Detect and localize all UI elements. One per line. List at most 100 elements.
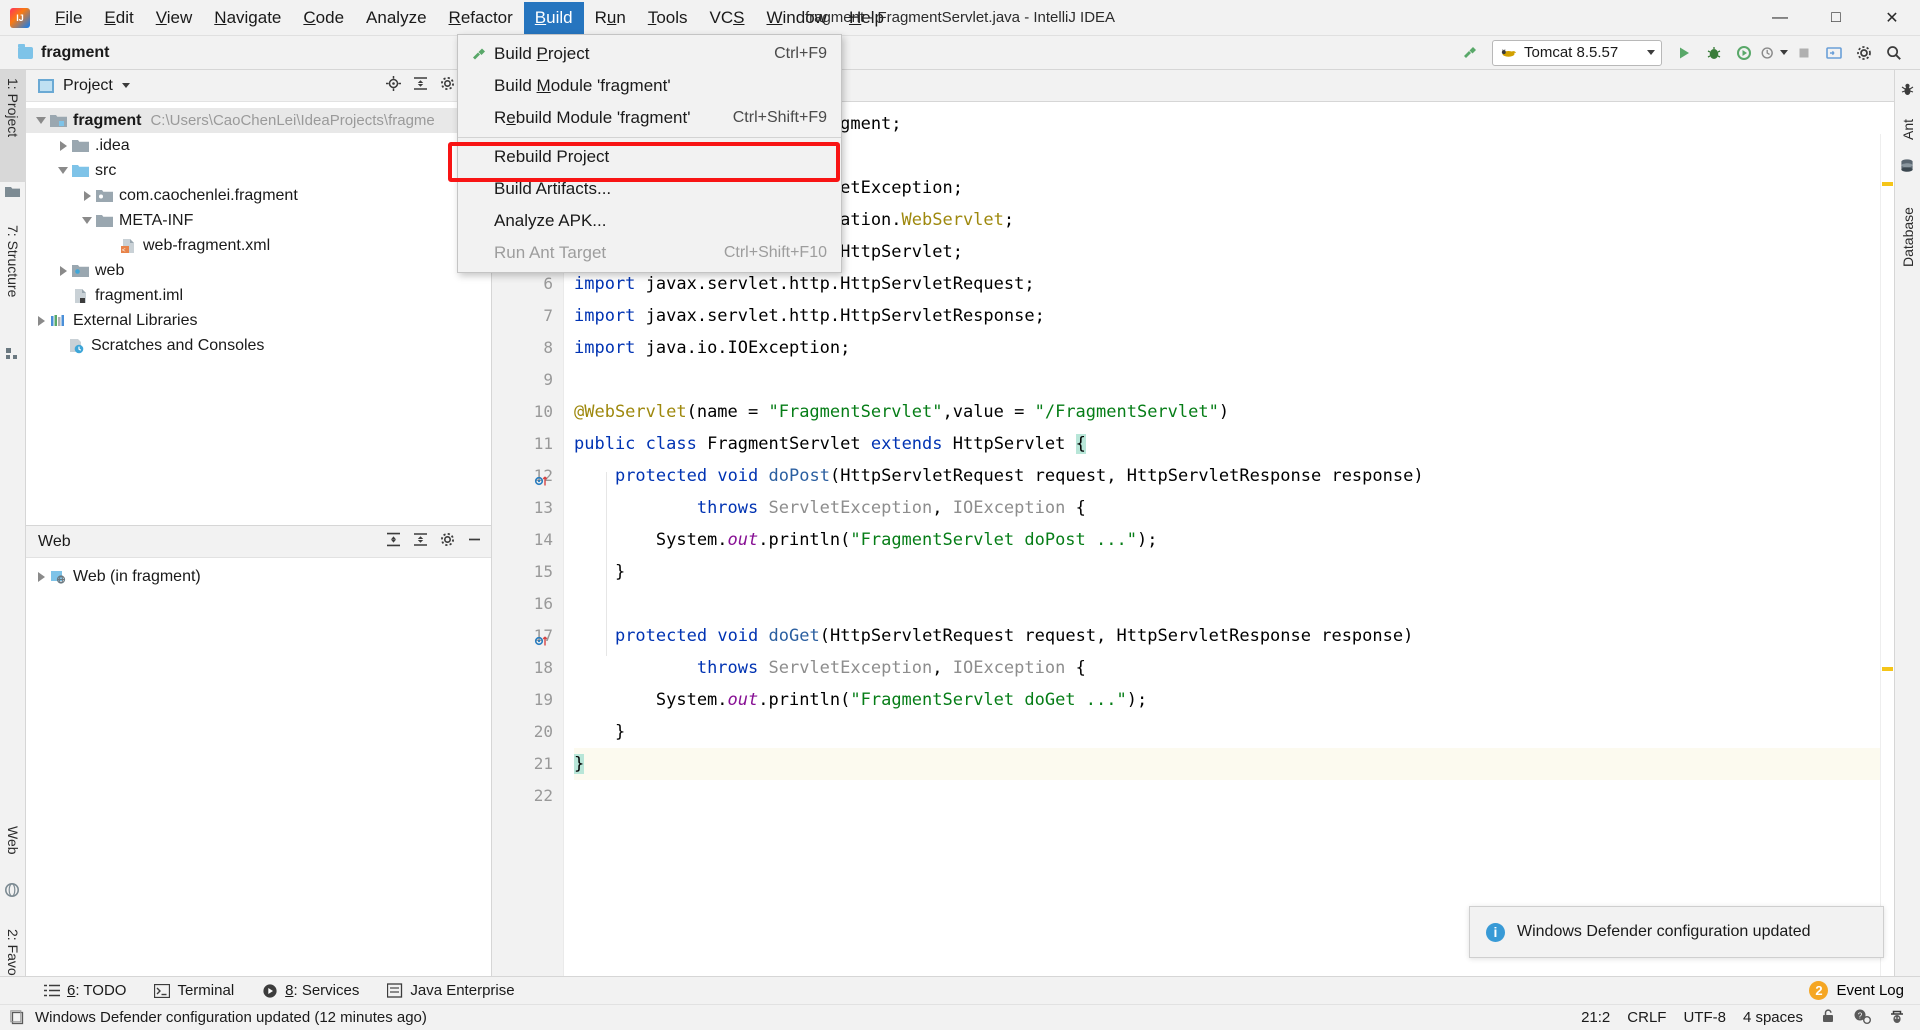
caret-position[interactable]: 21:2 <box>1581 1009 1610 1026</box>
bottom-item-java-enterprise[interactable]: Java Enterprise <box>373 982 528 999</box>
locate-icon[interactable] <box>385 75 402 97</box>
bottom-item-services[interactable]: 8: Services <box>248 982 373 999</box>
menu-code[interactable]: Code <box>292 2 355 34</box>
module-folder-icon <box>18 43 33 59</box>
menu-build[interactable]: Build <box>523 1 584 34</box>
gear-icon[interactable] <box>439 75 456 97</box>
menu-navigate[interactable]: Navigate <box>203 2 292 34</box>
hide-icon[interactable] <box>466 531 483 553</box>
tree-item-fragment-iml[interactable]: fragment.iml <box>26 283 491 308</box>
notification-balloon[interactable]: i Windows Defender configuration updated <box>1469 906 1884 958</box>
web-panel-title: Web <box>38 532 71 550</box>
chevron-down-icon[interactable] <box>54 167 72 174</box>
hector-icon[interactable] <box>1888 1008 1906 1028</box>
stop-button[interactable] <box>1790 40 1818 66</box>
chevron-down-icon[interactable] <box>1780 50 1788 55</box>
chevron-down-icon[interactable] <box>1647 50 1655 55</box>
folder-icon <box>72 138 89 153</box>
menu-item-rebuild-module[interactable]: Rebuild Module 'fragment' Ctrl+Shift+F9 <box>458 102 841 134</box>
lock-icon[interactable] <box>1820 1008 1836 1028</box>
tree-item-meta-inf[interactable]: META-INF <box>26 208 491 233</box>
close-icon[interactable]: ✕ <box>1864 0 1920 36</box>
line-number: 20 <box>533 722 553 741</box>
marker-warning[interactable] <box>1882 182 1893 186</box>
chevron-right-icon[interactable] <box>32 315 50 326</box>
profile-button[interactable] <box>1760 40 1788 66</box>
override-method-icon[interactable] <box>534 628 550 646</box>
tree-item-external-libraries[interactable]: External Libraries <box>26 308 491 333</box>
chevron-right-icon[interactable] <box>78 190 96 201</box>
line-number: 22 <box>533 786 553 805</box>
collapse-all-icon[interactable] <box>412 75 429 97</box>
event-log-button[interactable]: 2 Event Log <box>1809 981 1920 1000</box>
indent-setting[interactable]: 4 spaces <box>1743 1009 1803 1026</box>
tree-item-fragment[interactable]: fragment C:\Users\CaoChenLei\IdeaProject… <box>26 108 491 133</box>
menu-run[interactable]: Run <box>584 2 637 34</box>
tree-item-web[interactable]: web <box>26 258 491 283</box>
search-icon[interactable] <box>1880 40 1908 66</box>
code-line-10: @WebServlet(name = "FragmentServlet",val… <box>574 402 1230 422</box>
breadcrumb[interactable]: fragment <box>18 43 109 62</box>
expand-all-icon[interactable] <box>385 531 402 553</box>
notification-icon[interactable] <box>10 1009 26 1026</box>
web-facet-icon <box>50 569 67 584</box>
svg-text:<: < <box>122 248 126 254</box>
menu-item-analyze-apk[interactable]: Analyze APK... <box>458 205 841 237</box>
tree-item-package[interactable]: com.caochenlei.fragment <box>26 183 491 208</box>
run-button[interactable] <box>1670 40 1698 66</box>
marker-caret[interactable] <box>1882 667 1893 671</box>
menu-window[interactable]: Window <box>755 2 837 34</box>
build-menu-dropdown[interactable]: Build Project Ctrl+F9 Build Module 'frag… <box>457 34 842 273</box>
menu-item-build-artifacts[interactable]: Build Artifacts... <box>458 173 841 205</box>
title-bar: File Edit View Navigate Code Analyze Ref… <box>0 0 1920 36</box>
run-with-coverage-button[interactable] <box>1730 40 1758 66</box>
menu-vcs[interactable]: VCS <box>699 2 756 34</box>
line-separator[interactable]: CRLF <box>1627 1009 1666 1026</box>
sidebar-item-project[interactable]: 1: Project <box>0 70 26 182</box>
sidebar-item-database[interactable]: Database <box>1895 179 1920 275</box>
menu-item-build-project[interactable]: Build Project Ctrl+F9 <box>458 38 841 70</box>
chevron-right-icon[interactable] <box>54 265 72 276</box>
tree-item-idea[interactable]: .idea <box>26 133 491 158</box>
chevron-down-icon[interactable] <box>78 217 96 224</box>
menu-item-rebuild-project[interactable]: Rebuild Project <box>458 141 841 173</box>
file-encoding[interactable]: UTF-8 <box>1683 1009 1726 1026</box>
update-application-button[interactable] <box>1820 40 1848 66</box>
menu-view[interactable]: View <box>145 2 204 34</box>
inspection-icon[interactable]: ? <box>1853 1008 1871 1028</box>
tree-item-scratches-and-consoles[interactable]: Scratches and Consoles <box>26 333 491 358</box>
sidebar-item-label: Ant <box>1900 118 1916 140</box>
bottom-item-todo[interactable]: 6: TODO <box>0 982 140 999</box>
menu-help[interactable]: Help <box>838 2 895 34</box>
gear-icon[interactable] <box>1850 40 1878 66</box>
menu-refactor[interactable]: Refactor <box>438 2 524 34</box>
menu-tools[interactable]: Tools <box>637 2 699 34</box>
build-hammer-icon[interactable] <box>1456 40 1484 66</box>
package-icon <box>96 188 113 203</box>
chevron-down-icon[interactable] <box>121 83 130 88</box>
tree-item-web-fragment-xml[interactable]: < web-fragment.xml <box>26 233 491 258</box>
menu-analyze[interactable]: Analyze <box>355 2 437 34</box>
chevron-right-icon[interactable] <box>54 140 72 151</box>
tree-item-src[interactable]: src <box>26 158 491 183</box>
gear-icon[interactable] <box>439 531 456 553</box>
minimize-icon[interactable]: — <box>1752 0 1808 36</box>
sidebar-item-web[interactable]: Web <box>0 818 26 880</box>
bottom-item-terminal[interactable]: Terminal <box>140 982 248 999</box>
sidebar-item-ant[interactable]: Ant <box>1895 102 1920 148</box>
run-configuration-selector[interactable]: Tomcat 8.5.57 <box>1492 39 1662 66</box>
collapse-all-icon[interactable] <box>412 531 429 553</box>
editor-marker-gutter[interactable] <box>1880 134 1894 986</box>
override-method-icon[interactable] <box>534 468 550 486</box>
chevron-right-icon[interactable] <box>32 571 50 582</box>
chevron-down-icon[interactable] <box>32 117 50 124</box>
debug-button[interactable] <box>1700 40 1728 66</box>
menu-edit[interactable]: Edit <box>93 2 144 34</box>
menu-item-build-module[interactable]: Build Module 'fragment' <box>458 70 841 102</box>
web-panel-header: Web <box>26 526 491 558</box>
menu-file[interactable]: File <box>44 2 93 34</box>
tree-item-web-facet[interactable]: Web (in fragment) <box>26 564 491 589</box>
sidebar-item-label: Database <box>1900 207 1916 267</box>
sidebar-item-structure[interactable]: 7: Structure <box>0 217 26 345</box>
maximize-icon[interactable]: □ <box>1808 0 1864 36</box>
